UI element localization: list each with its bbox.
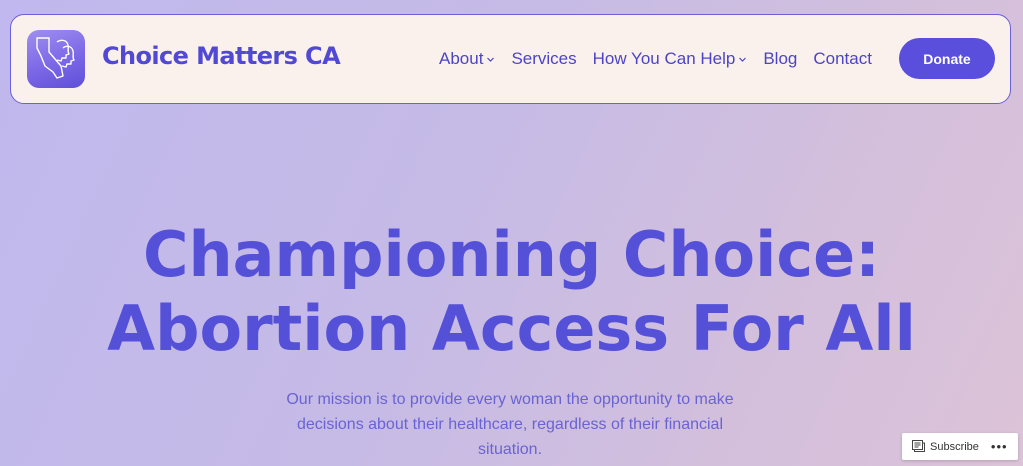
nav-item-about[interactable]: About	[439, 49, 495, 69]
nav-item-blog[interactable]: Blog	[763, 49, 797, 69]
hero-title: Championing Choice: Abortion Access For …	[0, 218, 1023, 366]
nav-item-label: How You Can Help	[592, 49, 736, 68]
subscribe-button[interactable]: Subscribe	[902, 433, 979, 460]
nav-item-how-you-can-help[interactable]: How You Can Help	[593, 49, 748, 69]
nav-item-label: Contact	[813, 49, 872, 68]
hero-subtitle: Our mission is to provide every woman th…	[286, 391, 734, 458]
chevron-down-icon	[486, 55, 495, 64]
chevron-down-icon	[738, 55, 747, 64]
nav-item-label: Blog	[763, 49, 798, 68]
nav-item-label: Services	[511, 49, 577, 68]
site-title[interactable]: Choice Matters CA	[102, 42, 341, 70]
subscribe-bar: Subscribe •••	[902, 433, 1018, 460]
nav-item-contact[interactable]: Contact	[813, 49, 872, 69]
nav-item-services[interactable]: Services	[511, 49, 576, 69]
hero-title-line-2: Abortion Access For All	[107, 292, 916, 365]
site-header: Choice Matters CA About Services How You…	[10, 14, 1011, 104]
hero-title-line-1: Championing Choice:	[143, 218, 880, 291]
site-logo[interactable]	[27, 30, 85, 88]
subscribe-label: Subscribe	[930, 440, 979, 453]
main-nav: About Services How You Can Help Blog Con…	[439, 48, 888, 70]
donate-button[interactable]: Donate	[899, 38, 995, 79]
california-silhouettes-logo-icon	[36, 37, 75, 79]
nav-item-label: About	[439, 49, 484, 68]
more-options-button[interactable]: •••	[991, 439, 1008, 454]
reader-icon	[912, 437, 925, 456]
